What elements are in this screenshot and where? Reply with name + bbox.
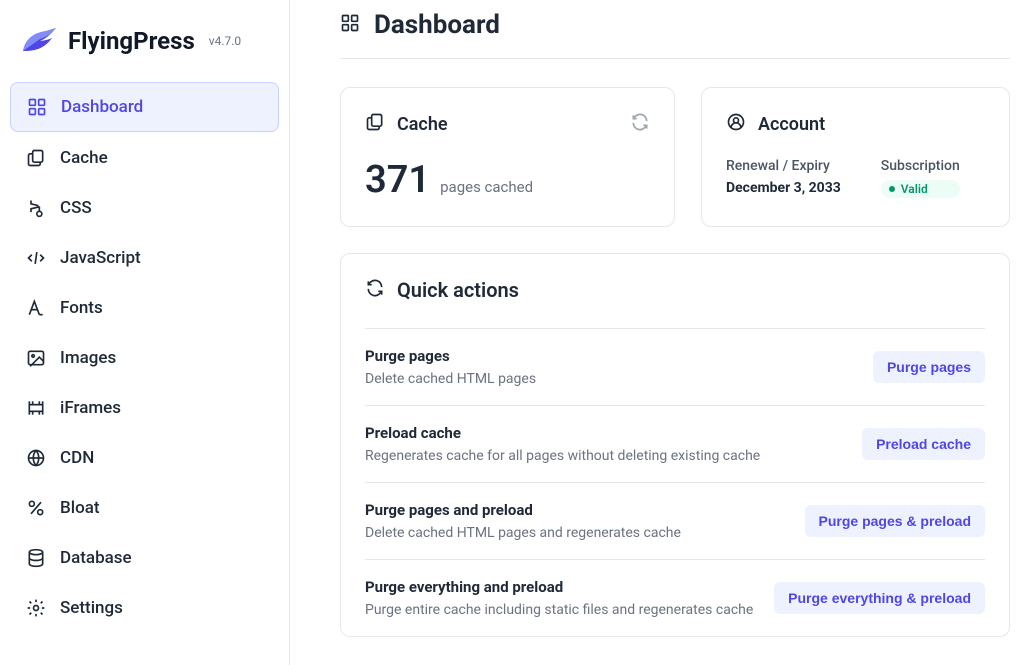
nav: Dashboard Cache CSS JavaScript Fonts Ima… [10, 82, 279, 632]
account-subscription: Subscription Valid [881, 158, 960, 198]
action-title: Preload cache [365, 424, 760, 442]
fonts-icon [26, 298, 46, 318]
account-icon [726, 112, 746, 136]
renewal-label: Renewal / Expiry [726, 158, 841, 174]
sidebar-item-label: Dashboard [61, 97, 143, 117]
database-icon [26, 548, 46, 568]
cache-count: 371 [365, 158, 430, 202]
dashboard-icon [340, 13, 360, 37]
settings-icon [26, 598, 46, 618]
action-desc: Delete cached HTML pages and regenerates… [365, 525, 681, 541]
quick-actions-title: Quick actions [397, 278, 519, 302]
cache-icon [365, 112, 385, 136]
account-card-title: Account [758, 114, 825, 135]
quick-actions-card: Quick actions Purge pages Delete cached … [340, 253, 1010, 637]
page-title: Dashboard [374, 10, 500, 40]
sidebar-item-label: Fonts [60, 298, 103, 318]
account-card: Account Renewal / Expiry December 3, 203… [701, 87, 1010, 227]
quick-actions-icon [365, 278, 385, 302]
subscription-label: Subscription [881, 158, 960, 174]
purge-pages-preload-button[interactable]: Purge pages & preload [805, 505, 985, 537]
renewal-value: December 3, 2033 [726, 180, 841, 196]
action-purge-preload: Purge pages and preload Delete cached HT… [365, 482, 985, 559]
action-purge-everything: Purge everything and preload Purge entir… [365, 559, 985, 636]
action-desc: Purge entire cache including static file… [365, 602, 753, 618]
action-preload-cache: Preload cache Regenerates cache for all … [365, 405, 985, 482]
sidebar-item-settings[interactable]: Settings [10, 584, 279, 632]
action-desc: Regenerates cache for all pages without … [365, 448, 760, 464]
app-version: v4.7.0 [209, 34, 241, 48]
sidebar-item-iframes[interactable]: iFrames [10, 384, 279, 432]
action-desc: Delete cached HTML pages [365, 371, 536, 387]
sidebar-item-label: Images [60, 348, 116, 368]
status-badge: Valid [881, 180, 960, 198]
cache-icon [26, 148, 46, 168]
sidebar-item-bloat[interactable]: Bloat [10, 484, 279, 532]
bloat-icon [26, 498, 46, 518]
main-content: Dashboard Cache 371 pages cached Account [290, 0, 1034, 665]
iframes-icon [26, 398, 46, 418]
sidebar-item-label: iFrames [60, 398, 121, 418]
cards-row: Cache 371 pages cached Account Renewal /… [340, 87, 1010, 227]
sidebar-item-label: Database [60, 548, 132, 568]
sidebar-item-label: Bloat [60, 498, 100, 518]
cache-card-title: Cache [397, 114, 448, 135]
action-purge-pages: Purge pages Delete cached HTML pages Pur… [365, 328, 985, 405]
sidebar-item-css[interactable]: CSS [10, 184, 279, 232]
account-renewal: Renewal / Expiry December 3, 2033 [726, 158, 841, 198]
sidebar-item-images[interactable]: Images [10, 334, 279, 382]
app-name: FlyingPress [68, 27, 195, 55]
sidebar-item-dashboard[interactable]: Dashboard [10, 82, 279, 132]
sidebar-item-cdn[interactable]: CDN [10, 434, 279, 482]
purge-everything-preload-button[interactable]: Purge everything & preload [774, 582, 985, 614]
sidebar-item-database[interactable]: Database [10, 534, 279, 582]
purge-pages-button[interactable]: Purge pages [873, 351, 985, 383]
preload-cache-button[interactable]: Preload cache [862, 428, 985, 460]
cache-stats: 371 pages cached [365, 158, 650, 202]
dashboard-icon [27, 97, 47, 117]
action-title: Purge everything and preload [365, 578, 753, 596]
images-icon [26, 348, 46, 368]
sidebar-item-cache[interactable]: Cache [10, 134, 279, 182]
action-title: Purge pages [365, 347, 536, 365]
sidebar-item-fonts[interactable]: Fonts [10, 284, 279, 332]
logo-icon [18, 26, 58, 56]
css-icon [26, 198, 46, 218]
sidebar-item-label: Cache [60, 148, 108, 168]
sidebar-item-label: JavaScript [60, 248, 141, 268]
page-header: Dashboard [340, 10, 1010, 59]
sidebar: FlyingPress v4.7.0 Dashboard Cache CSS J… [0, 0, 290, 665]
refresh-icon[interactable] [630, 112, 650, 136]
javascript-icon [26, 248, 46, 268]
logo: FlyingPress v4.7.0 [10, 18, 279, 76]
sidebar-item-label: CSS [60, 198, 92, 218]
cdn-icon [26, 448, 46, 468]
sidebar-item-label: Settings [60, 598, 123, 618]
cache-card: Cache 371 pages cached [340, 87, 675, 227]
action-title: Purge pages and preload [365, 501, 681, 519]
sidebar-item-javascript[interactable]: JavaScript [10, 234, 279, 282]
sidebar-item-label: CDN [60, 448, 94, 468]
cache-unit: pages cached [440, 178, 533, 196]
